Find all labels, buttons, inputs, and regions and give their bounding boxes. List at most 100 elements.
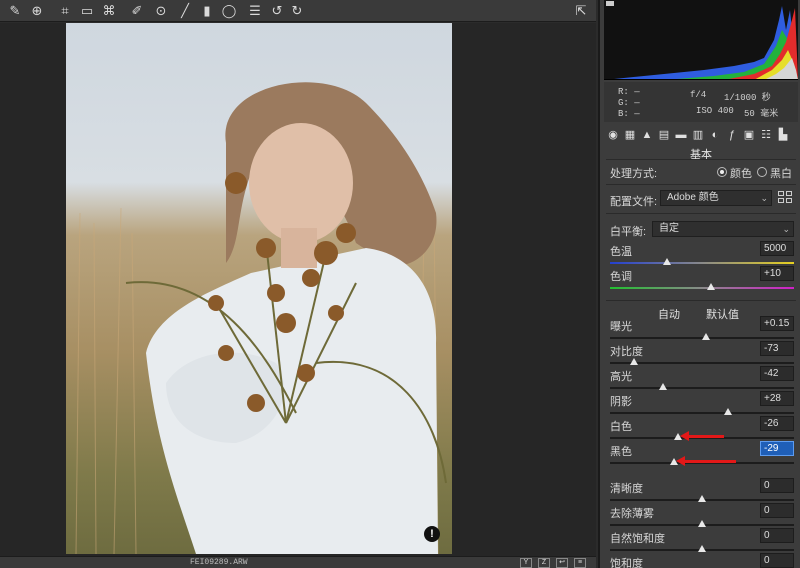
- highlights-value-field[interactable]: -42: [760, 366, 794, 381]
- rotate-right-icon[interactable]: ↻: [288, 2, 306, 20]
- tone-curve-tab-icon[interactable]: ▦: [623, 128, 637, 142]
- detail-tab-icon[interactable]: ▲: [640, 128, 654, 142]
- temperature-value-field[interactable]: 5000: [760, 241, 794, 256]
- shadows-slider-track[interactable]: [610, 412, 794, 414]
- radial-filter-icon[interactable]: ◯: [220, 2, 238, 20]
- clarity-slider-thumb[interactable]: [698, 495, 706, 502]
- chevron-down-icon: ⌄: [782, 224, 790, 234]
- profile-dropdown[interactable]: Adobe 颜色 ⌄: [660, 190, 772, 206]
- red-eye-icon[interactable]: ⊙: [152, 2, 170, 20]
- divider: [606, 213, 796, 214]
- toolbar: ✎ ⊕ ⌗ ▭ ⌘ ✐ ⊙ ╱ ▮ ◯ ☰ ↺ ↻ ⇱: [0, 0, 596, 22]
- treatment-bw-radio[interactable]: [757, 167, 767, 177]
- treatment-label: 处理方式:: [610, 168, 658, 180]
- dehaze-value-field[interactable]: 0: [760, 503, 794, 518]
- color-sampler-icon[interactable]: ⊕: [28, 2, 46, 20]
- calibration-tab-icon[interactable]: ▣: [742, 128, 756, 142]
- camera-readout: R: — G: — B: — f/4 1/1000 秒 ISO 400 50 毫…: [604, 82, 798, 122]
- tint-slider-track[interactable]: [610, 287, 794, 289]
- divider: [606, 159, 796, 160]
- profile-browser-icon[interactable]: [778, 191, 794, 205]
- filename-label: FEI09289.ARW: [190, 558, 248, 567]
- rgb-b-readout: B: —: [618, 109, 640, 119]
- focal-length-readout: 50 毫米: [744, 109, 779, 119]
- vibrance-value-field[interactable]: 0: [760, 528, 794, 543]
- saturation-value-field[interactable]: 0: [760, 553, 794, 568]
- profile-label: 配置文件:: [610, 196, 658, 208]
- straighten-icon[interactable]: ▭: [78, 2, 96, 20]
- white-balance-value: 自定: [659, 223, 679, 234]
- lens-tab-icon[interactable]: ▥: [691, 128, 705, 142]
- annotation-arrow-blacks: [676, 456, 736, 466]
- export-icon[interactable]: ⇱: [572, 2, 590, 20]
- tint-value-field[interactable]: +10: [760, 266, 794, 281]
- dehaze-label: 去除薄雾: [610, 508, 654, 520]
- rotate-left-icon[interactable]: ↺: [268, 2, 286, 20]
- treatment-color-radio[interactable]: [717, 167, 727, 177]
- preferences-list-icon[interactable]: ☰: [246, 2, 264, 20]
- blacks-value-field[interactable]: -29: [760, 441, 794, 456]
- adjustment-brush-icon[interactable]: ╱: [176, 2, 194, 20]
- highlights-label: 高光: [610, 371, 632, 383]
- hsl-tab-icon[interactable]: ▤: [657, 128, 671, 142]
- copy-settings-button[interactable]: ↩: [556, 558, 568, 568]
- presets-tab-icon[interactable]: ☷: [759, 128, 773, 142]
- status-bar: FEI09289.ARW Y Z ↩ ≡: [0, 556, 596, 568]
- eyedropper-icon[interactable]: ✎: [6, 2, 24, 20]
- exposure-label: 曝光: [610, 321, 632, 333]
- saturation-label: 饱和度: [610, 558, 643, 568]
- blacks-label: 黑色: [610, 446, 632, 458]
- highlights-slider-track[interactable]: [610, 387, 794, 389]
- toggle-settings-button[interactable]: ≡: [574, 558, 586, 568]
- warning-icon[interactable]: !: [424, 526, 440, 542]
- shadow-clipping-indicator[interactable]: [606, 1, 614, 6]
- transform-tab-icon[interactable]: ◐: [708, 128, 722, 142]
- exposure-slider-thumb[interactable]: [701, 333, 710, 340]
- temperature-label: 色温: [610, 246, 632, 258]
- default-button[interactable]: 默认值: [706, 306, 739, 322]
- image-canvas[interactable]: !: [0, 23, 596, 556]
- histogram: [604, 0, 798, 80]
- shutter-readout: 1/1000 秒: [724, 93, 771, 103]
- photo-preview[interactable]: !: [66, 23, 452, 554]
- temperature-slider-track[interactable]: [610, 262, 794, 264]
- crop-icon[interactable]: ⌗: [56, 2, 74, 20]
- before-after-y-button[interactable]: Y: [520, 558, 532, 568]
- dehaze-slider-thumb[interactable]: [698, 520, 706, 527]
- panel-tabs: ◉ ▦ ▲ ▤ ▬ ▥ ◐ ƒ ▣ ☷ ▙: [604, 126, 798, 144]
- rgb-r-readout: R: —: [618, 87, 640, 97]
- shadows-value-field[interactable]: +28: [760, 391, 794, 406]
- contrast-label: 对比度: [610, 346, 643, 358]
- graduated-filter-icon[interactable]: ▮: [198, 2, 216, 20]
- tint-label: 色调: [610, 271, 632, 283]
- snapshots-tab-icon[interactable]: ▙: [776, 128, 790, 142]
- split-toning-tab-icon[interactable]: ▬: [674, 128, 688, 142]
- tint-slider-thumb[interactable]: [707, 283, 716, 290]
- transform-icon[interactable]: ⌘: [100, 2, 118, 20]
- vibrance-label: 自然饱和度: [610, 533, 665, 545]
- annotation-arrow-whites: [680, 431, 724, 441]
- highlights-slider-thumb[interactable]: [659, 383, 668, 390]
- clarity-value-field[interactable]: 0: [760, 478, 794, 493]
- divider: [606, 300, 796, 301]
- effects-tab-icon[interactable]: ƒ: [725, 128, 739, 142]
- whites-label: 白色: [610, 421, 632, 433]
- shadows-label: 阴影: [610, 396, 632, 408]
- temperature-slider-thumb[interactable]: [663, 258, 672, 265]
- adjustments-panel: R: — G: — B: — f/4 1/1000 秒 ISO 400 50 毫…: [598, 0, 800, 568]
- divider: [606, 184, 796, 185]
- basic-tab-icon[interactable]: ◉: [606, 128, 620, 142]
- exposure-value-field[interactable]: +0.15: [760, 316, 794, 331]
- auto-button[interactable]: 自动: [658, 306, 680, 322]
- shadows-slider-thumb[interactable]: [723, 408, 732, 415]
- contrast-value-field[interactable]: -73: [760, 341, 794, 356]
- spot-removal-icon[interactable]: ✐: [128, 2, 146, 20]
- iso-readout: ISO 400: [696, 106, 734, 116]
- contrast-slider-thumb[interactable]: [629, 358, 638, 365]
- swap-settings-button[interactable]: Z: [538, 558, 550, 568]
- whites-value-field[interactable]: -26: [760, 416, 794, 431]
- white-balance-dropdown[interactable]: 自定 ⌄: [652, 221, 794, 237]
- rgb-g-readout: G: —: [618, 98, 640, 108]
- vibrance-slider-thumb[interactable]: [698, 545, 706, 552]
- treatment-bw-label: 黑白: [770, 168, 792, 180]
